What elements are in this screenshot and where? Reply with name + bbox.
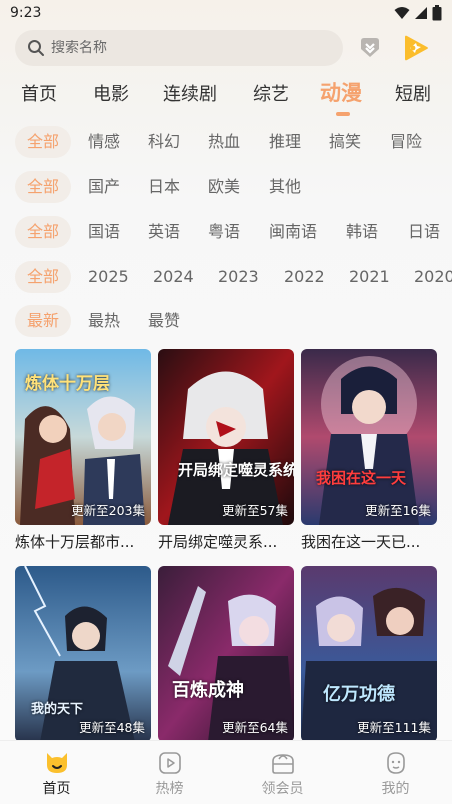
- genre-chip[interactable]: 情感: [88, 126, 120, 158]
- year-chip[interactable]: 2023: [218, 261, 259, 293]
- sort-chip[interactable]: 最热: [88, 305, 120, 337]
- card-title: 开局绑定噬灵系...: [158, 533, 278, 551]
- home-mascot-icon: [46, 753, 67, 773]
- download-icon: [361, 38, 379, 57]
- poster-image: 开局绑定噬灵系统 更新至57集: [158, 349, 294, 525]
- genre-chip[interactable]: 科幻: [148, 126, 180, 158]
- status-time: 9:23: [10, 5, 42, 21]
- category-tabs: 首页 电影 连续剧 综艺 动漫 短剧: [0, 74, 452, 114]
- bottom-nav-label: 领会员: [261, 781, 304, 797]
- poster-art-text: 百炼成神: [172, 680, 244, 701]
- tab-anime[interactable]: 动漫: [320, 77, 362, 107]
- poster-art-text: 亿万功德: [323, 684, 395, 705]
- poster-image: 我困在这一天 更新至16集: [301, 349, 437, 525]
- anime-card[interactable]: 亿万功德 更新至111集: [301, 566, 437, 742]
- battery-icon: [432, 5, 442, 21]
- header-row: [15, 30, 437, 66]
- year-chip[interactable]: 2024: [153, 261, 194, 293]
- bottom-nav-label: 我的: [381, 781, 410, 797]
- active-tab-indicator: [336, 112, 350, 116]
- anime-card[interactable]: 我的天下 更新至48集: [15, 566, 151, 742]
- bottom-nav-mine[interactable]: 我的: [339, 741, 452, 804]
- year-filter-row: 全部 2025 2024 2023 2022 2021 2020: [15, 261, 452, 293]
- anime-card[interactable]: 开局绑定噬灵系统 更新至57集 开局绑定噬灵系...: [158, 349, 294, 552]
- anime-card[interactable]: 炼体十万层 更新至203集 炼体十万层都市...: [15, 349, 151, 552]
- tab-movie[interactable]: 电影: [93, 80, 129, 106]
- language-chip[interactable]: 闽南语: [269, 216, 317, 248]
- bottom-nav-vip[interactable]: 领会员: [226, 741, 339, 804]
- year-chip[interactable]: 2021: [349, 261, 390, 293]
- poster-art-text: 开局绑定噬灵系统: [178, 461, 294, 479]
- signal-icon: [415, 7, 427, 19]
- search-icon: [28, 40, 44, 56]
- genre-filter-row: 全部 情感 科幻 热血 推理 搞笑 冒险: [15, 126, 452, 158]
- bottom-nav-hot[interactable]: 热榜: [113, 741, 226, 804]
- language-chip-all[interactable]: 全部: [15, 216, 72, 248]
- bottom-nav-label: 首页: [42, 781, 71, 797]
- language-filter-row: 全部 国语 英语 粤语 闽南语 韩语 日语: [15, 216, 452, 248]
- year-chip[interactable]: 2022: [284, 261, 325, 293]
- episode-badge: 更新至16集: [365, 503, 431, 518]
- region-chip[interactable]: 欧美: [208, 171, 240, 203]
- poster-image: 炼体十万层 更新至203集: [15, 349, 151, 525]
- episode-badge: 更新至48集: [79, 720, 145, 735]
- bottom-nav-home[interactable]: 首页: [0, 741, 113, 804]
- poster-image: 亿万功德 更新至111集: [301, 566, 437, 742]
- tab-home[interactable]: 首页: [21, 80, 57, 106]
- episode-badge: 更新至203集: [71, 503, 145, 518]
- poster-art-text: 我的天下: [31, 702, 84, 717]
- card-title: 炼体十万层都市...: [15, 533, 135, 551]
- episode-badge: 更新至57集: [222, 503, 288, 518]
- episode-badge: 更新至111集: [357, 720, 431, 735]
- year-chip[interactable]: 2020: [414, 261, 452, 293]
- sort-chip-latest[interactable]: 最新: [15, 305, 72, 337]
- poster-art-text: 炼体十万层: [25, 374, 110, 394]
- language-chip[interactable]: 粤语: [208, 216, 240, 248]
- tab-variety[interactable]: 综艺: [253, 80, 289, 106]
- sort-filter-row: 最新 最热 最赞: [15, 305, 452, 337]
- genre-chip[interactable]: 热血: [208, 126, 240, 158]
- wifi-icon: [394, 7, 410, 19]
- poster-image: 百炼成神 更新至64集: [158, 566, 294, 742]
- genre-chip[interactable]: 推理: [269, 126, 301, 158]
- download-button[interactable]: [354, 32, 386, 64]
- year-chip[interactable]: 2025: [88, 261, 129, 293]
- poster-art-text: 我困在这一天: [316, 469, 407, 487]
- anime-card[interactable]: 百炼成神 更新至64集: [158, 566, 294, 742]
- search-bar[interactable]: [15, 30, 343, 66]
- genre-chip[interactable]: 冒险: [390, 126, 422, 158]
- bottom-navigation: 首页 热榜 领会员 我的: [0, 740, 452, 804]
- region-chip[interactable]: 其他: [269, 171, 301, 203]
- sort-chip[interactable]: 最赞: [148, 305, 180, 337]
- play-square-icon: [158, 752, 181, 774]
- bottom-nav-label: 热榜: [155, 781, 184, 797]
- language-chip[interactable]: 国语: [88, 216, 120, 248]
- tab-series[interactable]: 连续剧: [163, 80, 217, 106]
- language-chip[interactable]: 日语: [408, 216, 440, 248]
- region-chip-all[interactable]: 全部: [15, 171, 72, 203]
- region-filter-row: 全部 国产 日本 欧美 其他: [15, 171, 452, 203]
- poster-image: 我的天下 更新至48集: [15, 566, 151, 742]
- genre-chip-all[interactable]: 全部: [15, 126, 72, 158]
- region-chip[interactable]: 国产: [88, 171, 120, 203]
- status-bar: 9:23: [0, 0, 452, 26]
- brand-button[interactable]: [400, 32, 432, 64]
- genre-chip[interactable]: 搞笑: [329, 126, 361, 158]
- tab-short-drama[interactable]: 短剧: [395, 80, 431, 106]
- card-title: 我困在这一天已...: [301, 533, 421, 551]
- region-chip[interactable]: 日本: [148, 171, 180, 203]
- play-logo-icon: [405, 35, 428, 61]
- year-chip-all[interactable]: 全部: [15, 261, 72, 293]
- search-input[interactable]: [51, 40, 321, 56]
- language-chip[interactable]: 英语: [148, 216, 180, 248]
- episode-badge: 更新至64集: [222, 720, 288, 735]
- status-icons: [394, 5, 442, 21]
- vip-gift-icon: [271, 754, 294, 774]
- profile-face-icon: [386, 752, 405, 774]
- anime-card[interactable]: 我困在这一天 更新至16集 我困在这一天已...: [301, 349, 437, 552]
- language-chip[interactable]: 韩语: [346, 216, 378, 248]
